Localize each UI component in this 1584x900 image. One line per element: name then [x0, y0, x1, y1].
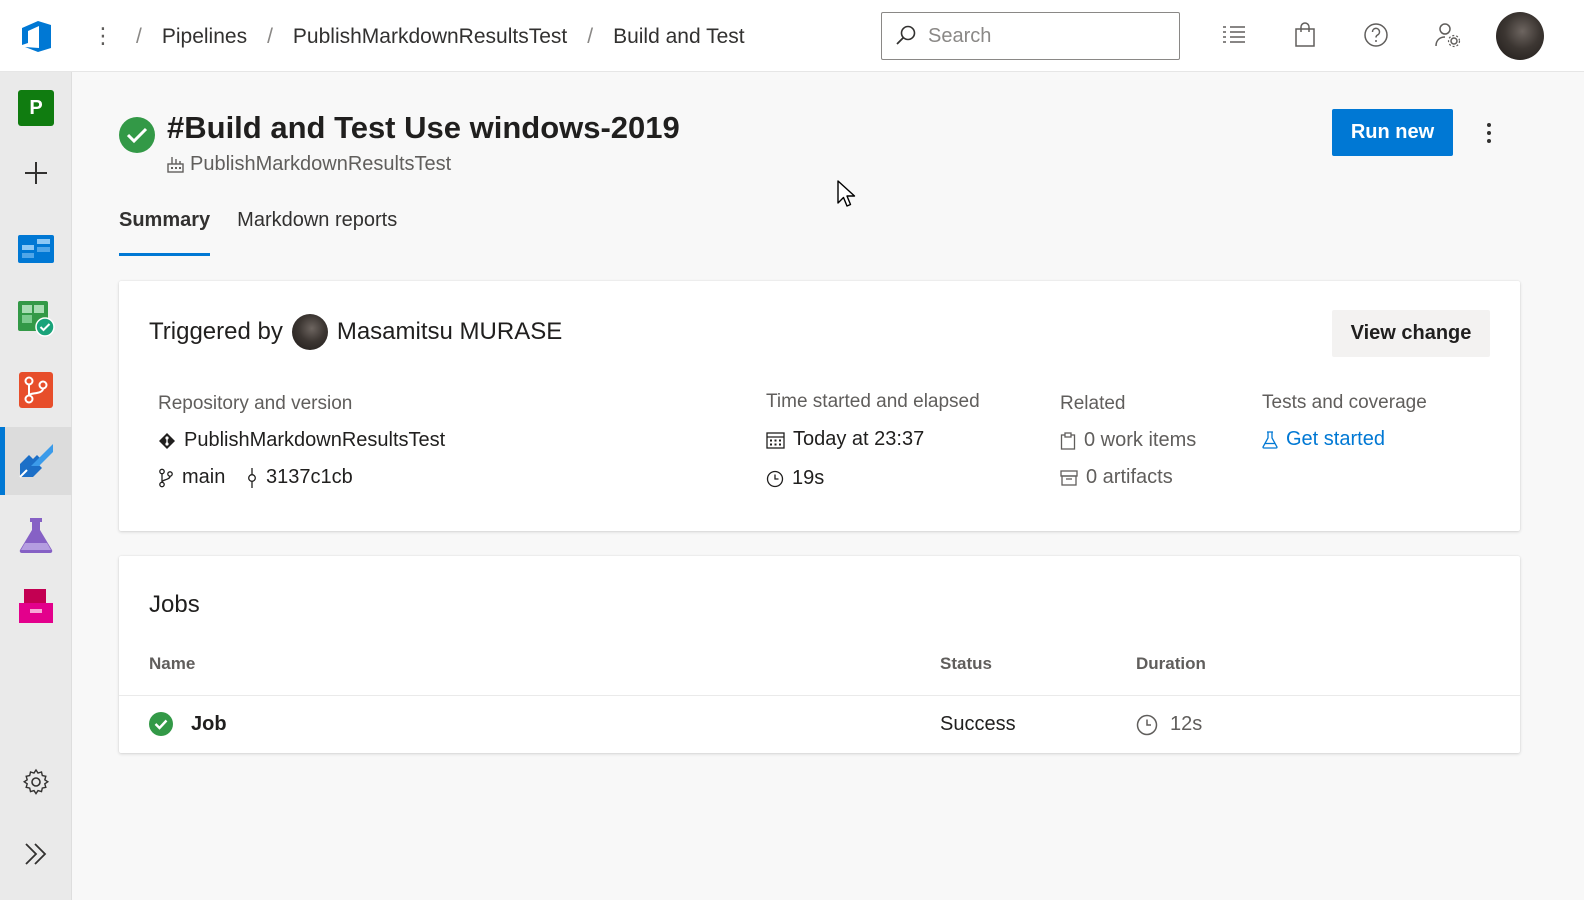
more-options-icon[interactable]: ⋮ — [92, 20, 114, 52]
tab-bar: Summary Markdown reports — [119, 206, 424, 256]
triggered-by: Triggered by Masamitsu MURASE — [149, 314, 562, 350]
test-plans-icon[interactable] — [0, 501, 72, 569]
calendar-icon — [766, 431, 785, 449]
breadcrumb-run[interactable]: Build and Test — [613, 25, 745, 49]
work-items-count: 0 work items — [1084, 429, 1197, 451]
branch-name[interactable]: main — [182, 466, 225, 489]
search-input[interactable] — [928, 21, 1168, 51]
tab-markdown-reports[interactable]: Markdown reports — [237, 206, 397, 256]
page-title: #Build and Test Use windows-2019 — [167, 110, 680, 145]
work-item-icon — [1060, 431, 1076, 450]
pipeline-icon — [167, 157, 184, 173]
start-time-value: Today at 23:37 — [793, 428, 925, 450]
left-navigation-rail: P — [0, 72, 72, 900]
column-header-duration[interactable]: Duration — [1136, 654, 1206, 674]
boards-icon[interactable] — [0, 214, 72, 282]
branch[interactable]: main — [158, 466, 225, 489]
pipeline-name[interactable]: PublishMarkdownResultsTest — [190, 153, 451, 176]
trigger-user-name: Masamitsu MURASE — [336, 318, 563, 345]
clock-icon — [1136, 714, 1158, 735]
repos-icon[interactable] — [0, 356, 72, 424]
breadcrumb-separator: / — [136, 25, 142, 48]
get-started-text[interactable]: Get started — [1286, 428, 1385, 451]
elapsed-time: 19s — [766, 467, 824, 490]
test-plans-board-icon[interactable] — [0, 284, 72, 352]
run-new-button[interactable]: Run new — [1332, 109, 1453, 156]
commit[interactable]: 3137c1cb — [246, 466, 353, 489]
repo-label: Repository and version — [158, 393, 353, 414]
jobs-title: Jobs — [149, 591, 200, 618]
jobs-card: Jobs Name Status Duration Job Success 12… — [119, 556, 1520, 753]
user-settings-icon[interactable] — [1433, 20, 1463, 50]
git-repo-icon — [159, 432, 175, 449]
project-badge[interactable]: P — [0, 74, 72, 142]
more-actions-icon[interactable] — [1478, 116, 1500, 150]
settings-icon[interactable] — [0, 748, 72, 816]
tests-label: Tests and coverage — [1262, 392, 1427, 413]
view-change-button[interactable]: View change — [1332, 310, 1490, 357]
top-bar: ⋮ / Pipelines / PublishMarkdownResultsTe… — [0, 0, 1584, 72]
job-name[interactable]: Job — [191, 713, 227, 736]
summary-card: Triggered by Masamitsu MURASE View chang… — [119, 281, 1520, 531]
column-header-status[interactable]: Status — [940, 654, 992, 674]
search-box[interactable] — [881, 12, 1180, 60]
table-row[interactable]: Job Success 12s — [119, 696, 1520, 753]
artifact-icon — [1060, 469, 1078, 486]
triggered-by-label: Triggered by — [149, 318, 283, 345]
user-avatar[interactable] — [1496, 12, 1544, 60]
job-duration-cell: 12s — [1136, 713, 1202, 736]
job-name-cell: Job — [149, 712, 227, 736]
breadcrumb: / Pipelines / PublishMarkdownResultsTest… — [136, 22, 745, 52]
clock-icon — [766, 470, 784, 487]
pipeline-link[interactable]: PublishMarkdownResultsTest — [167, 153, 451, 176]
artifacts: 0 artifacts — [1060, 466, 1173, 489]
task-list-icon[interactable] — [1219, 20, 1249, 50]
breadcrumb-pipeline-name[interactable]: PublishMarkdownResultsTest — [293, 25, 567, 49]
get-started-link[interactable]: Get started — [1262, 428, 1385, 451]
time-label: Time started and elapsed — [766, 391, 980, 412]
artifacts-count: 0 artifacts — [1086, 466, 1173, 488]
breadcrumb-separator: / — [587, 25, 594, 48]
success-icon — [149, 712, 173, 736]
beaker-icon — [1262, 430, 1278, 449]
commit-icon — [248, 467, 256, 488]
start-time: Today at 23:37 — [766, 428, 924, 451]
trigger-user-avatar — [291, 314, 328, 350]
repo-name[interactable]: PublishMarkdownResultsTest — [184, 429, 445, 452]
search-icon — [896, 25, 916, 45]
run-success-icon — [119, 117, 155, 153]
help-icon[interactable] — [1361, 20, 1391, 50]
job-status: Success — [940, 713, 1016, 735]
column-header-name[interactable]: Name — [149, 654, 195, 674]
branch-icon — [159, 468, 173, 487]
commit-hash[interactable]: 3137c1cb — [266, 466, 353, 489]
pipelines-icon[interactable] — [0, 427, 72, 495]
artifacts-icon[interactable] — [0, 572, 72, 640]
breadcrumb-pipelines[interactable]: Pipelines — [162, 25, 247, 49]
work-items: 0 work items — [1060, 429, 1196, 452]
mouse-cursor-icon — [836, 179, 858, 214]
elapsed-value: 19s — [792, 467, 825, 489]
related-label: Related — [1060, 393, 1126, 414]
breadcrumb-separator: / — [267, 25, 273, 48]
new-icon[interactable] — [0, 139, 72, 207]
shopping-bag-icon[interactable] — [1290, 20, 1320, 50]
repo-link[interactable]: PublishMarkdownResultsTest — [158, 429, 445, 452]
azure-devops-logo-icon[interactable] — [18, 17, 56, 55]
job-duration: 12s — [1170, 713, 1203, 735]
expand-icon[interactable] — [0, 820, 72, 888]
tab-summary[interactable]: Summary — [119, 206, 211, 256]
project-initial: P — [18, 90, 54, 126]
